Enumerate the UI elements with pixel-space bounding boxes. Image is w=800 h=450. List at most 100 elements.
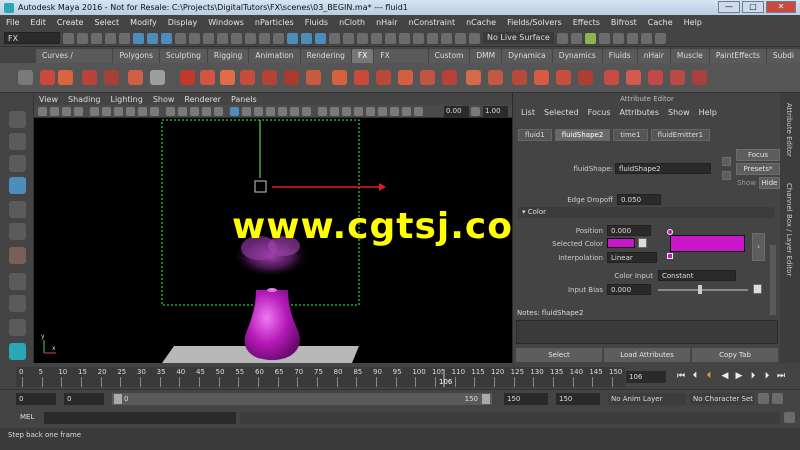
exposure-icon[interactable] bbox=[366, 107, 375, 116]
animation-start-field[interactable]: 0 bbox=[16, 393, 56, 405]
script-editor-icon[interactable] bbox=[784, 412, 795, 423]
side-tab-channel-box[interactable]: Channel Box / Layer Editor bbox=[785, 183, 793, 276]
menu-effects[interactable]: Effects bbox=[573, 18, 600, 27]
menu-nhair[interactable]: nHair bbox=[376, 18, 398, 27]
input-ops-icon[interactable] bbox=[371, 32, 382, 44]
select-object-icon[interactable] bbox=[147, 32, 158, 44]
animation-preferences-icon[interactable] bbox=[772, 393, 783, 404]
ae-tab-time1[interactable]: time1 bbox=[613, 129, 648, 141]
paint-select-tool-icon[interactable] bbox=[9, 155, 26, 172]
range-end-handle[interactable] bbox=[482, 394, 490, 404]
input-bias-checker-icon[interactable] bbox=[753, 284, 762, 294]
make-live-icon[interactable] bbox=[343, 32, 354, 44]
field-uniform-icon[interactable] bbox=[466, 70, 481, 85]
shelf-tab-painteffects[interactable]: PaintEffects bbox=[709, 49, 766, 63]
go-to-end-icon[interactable]: ⏭ bbox=[776, 371, 786, 382]
ncloth-shirt-5-icon[interactable] bbox=[692, 70, 707, 85]
wireframe-on-shaded-icon[interactable] bbox=[202, 107, 211, 116]
new-scene-icon[interactable] bbox=[63, 32, 74, 44]
menu-modify[interactable]: Modify bbox=[130, 18, 157, 27]
selected-color-swatch[interactable] bbox=[607, 238, 635, 248]
step-back-key-icon[interactable]: ⏴ bbox=[690, 371, 700, 382]
render-settings-icon[interactable] bbox=[441, 32, 452, 44]
film-gate-icon[interactable] bbox=[102, 107, 111, 116]
viewport-menu-panels[interactable]: Panels bbox=[231, 95, 257, 104]
grid-icon[interactable] bbox=[90, 107, 99, 116]
field-turbulence-icon[interactable] bbox=[442, 70, 457, 85]
viewport-menu-show[interactable]: Show bbox=[153, 95, 175, 104]
anim-layer-dropdown[interactable]: No Anim Layer bbox=[608, 393, 686, 405]
image-plane-icon[interactable] bbox=[74, 107, 83, 116]
shelf-tab-nhair[interactable]: nHair bbox=[637, 49, 670, 63]
menu-fields-solvers[interactable]: Fields/Solvers bbox=[507, 18, 562, 27]
viewport-menu-renderer[interactable]: Renderer bbox=[184, 95, 221, 104]
hair-paint-icon[interactable] bbox=[556, 70, 571, 85]
perspective-viewport[interactable]: x y www.cgtsj.com bbox=[34, 118, 512, 363]
mask-dynamics-icon[interactable] bbox=[245, 32, 256, 44]
shelf-tab-fluids[interactable]: Fluids bbox=[602, 49, 637, 63]
notes-textarea[interactable] bbox=[516, 320, 778, 344]
color-section-header[interactable]: ▾ Color bbox=[518, 207, 774, 218]
color-ramp[interactable] bbox=[670, 235, 745, 252]
last-tool-icon[interactable] bbox=[9, 247, 26, 264]
position-field[interactable]: 0.000 bbox=[607, 225, 651, 236]
ae-tab-fluidshape2[interactable]: fluidShape2 bbox=[554, 129, 611, 141]
menu-select[interactable]: Select bbox=[94, 18, 119, 27]
ae-menu-selected[interactable]: Selected bbox=[544, 108, 579, 117]
render-current-icon[interactable] bbox=[413, 32, 424, 44]
playback-end-field[interactable]: 150 bbox=[504, 393, 548, 405]
ae-scrollbar[interactable] bbox=[770, 245, 776, 315]
ae-tab-fluid1[interactable]: fluid1 bbox=[518, 129, 552, 141]
step-back-frame-icon[interactable]: ⏴ bbox=[704, 371, 714, 382]
command-input[interactable] bbox=[44, 412, 236, 424]
tearable-surface-icon[interactable] bbox=[306, 70, 321, 85]
snap-point-icon[interactable] bbox=[315, 32, 326, 44]
textured-icon[interactable] bbox=[230, 107, 239, 116]
interpolation-dropdown[interactable]: Linear bbox=[607, 252, 657, 263]
shelf-tab-animation[interactable]: Animation bbox=[249, 49, 300, 63]
go-output-icon[interactable] bbox=[722, 171, 731, 180]
anti-aliasing-icon[interactable] bbox=[290, 107, 299, 116]
mask-misc-icon[interactable] bbox=[273, 32, 284, 44]
hair-create-icon[interactable] bbox=[512, 70, 527, 85]
shelf-tab-rigging[interactable]: Rigging bbox=[207, 49, 249, 63]
hud-icon[interactable] bbox=[414, 107, 423, 116]
single-perspective-layout-icon[interactable] bbox=[9, 273, 26, 290]
ae-tab-fluidemitter1[interactable]: fluidEmitter1 bbox=[650, 129, 711, 141]
select-tool-icon[interactable] bbox=[9, 111, 26, 128]
select-button[interactable]: Select bbox=[516, 348, 602, 362]
save-scene-icon[interactable] bbox=[91, 32, 102, 44]
fluid-2d-container-icon[interactable] bbox=[104, 70, 119, 85]
gamma-field[interactable]: 1.00 bbox=[483, 106, 508, 117]
safe-action-icon[interactable] bbox=[150, 107, 159, 116]
shelf-tab-muscle[interactable]: Muscle bbox=[670, 49, 709, 63]
display-icon[interactable] bbox=[402, 107, 411, 116]
slide-on-surface-icon[interactable] bbox=[284, 70, 299, 85]
xray-icon[interactable] bbox=[214, 107, 223, 116]
field-chart-icon[interactable] bbox=[138, 107, 147, 116]
ae-menu-focus[interactable]: Focus bbox=[588, 108, 611, 117]
ncloth-shirt-icon[interactable] bbox=[604, 70, 619, 85]
field-vortex-icon[interactable] bbox=[488, 70, 503, 85]
shelf-tab-rendering[interactable]: Rendering bbox=[300, 49, 351, 63]
screen-space-ao-icon[interactable] bbox=[266, 107, 275, 116]
render-frame-icon[interactable] bbox=[598, 32, 610, 44]
mask-curves-icon[interactable] bbox=[203, 32, 214, 44]
gamma-toggle-icon[interactable] bbox=[471, 107, 480, 116]
select-component-icon[interactable] bbox=[161, 32, 172, 44]
camera-icon[interactable] bbox=[612, 32, 624, 44]
mask-handles-icon[interactable] bbox=[175, 32, 186, 44]
lasso-tool-icon[interactable] bbox=[9, 133, 26, 150]
component-constraint-icon[interactable] bbox=[262, 70, 277, 85]
menu-fluids[interactable]: Fluids bbox=[305, 18, 328, 27]
mask-deformations-icon[interactable] bbox=[231, 32, 242, 44]
menu-edit[interactable]: Edit bbox=[30, 18, 46, 27]
field-radial-icon[interactable] bbox=[420, 70, 435, 85]
snap-grid-icon[interactable] bbox=[287, 32, 298, 44]
menu-bifrost[interactable]: Bifrost bbox=[611, 18, 637, 27]
ae-menu-list[interactable]: List bbox=[521, 108, 535, 117]
ncloth-shirt-4-icon[interactable] bbox=[670, 70, 685, 85]
render-view-icon[interactable] bbox=[584, 32, 596, 44]
select-hierarchy-icon[interactable] bbox=[133, 32, 144, 44]
shelf-menu-icon[interactable] bbox=[18, 70, 33, 85]
